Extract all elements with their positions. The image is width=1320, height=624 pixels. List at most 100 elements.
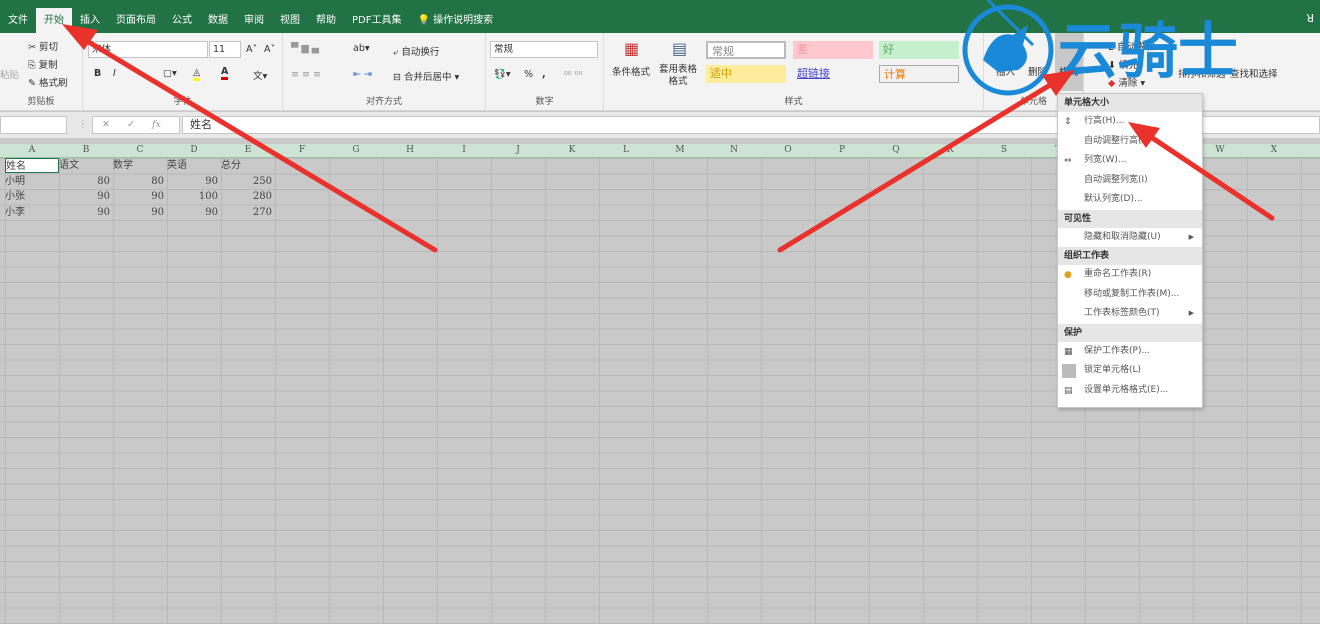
tab-6[interactable]: 审阅 xyxy=(236,8,272,33)
column-header-Q[interactable]: Q xyxy=(869,145,923,155)
format-button[interactable]: 格式 xyxy=(1055,33,1083,91)
column-header-X[interactable]: X xyxy=(1247,145,1301,155)
column-header-M[interactable]: M xyxy=(653,145,707,155)
tab-8[interactable]: 帮助 xyxy=(308,8,344,33)
tab-0[interactable]: 文件 xyxy=(0,8,36,33)
user-icon[interactable]: ꓤ xyxy=(1306,12,1314,25)
table-cell[interactable]: 280 xyxy=(221,189,275,204)
italic-button[interactable]: I xyxy=(113,68,116,79)
menu-item[interactable]: 锁定单元格(L) xyxy=(1058,361,1202,381)
fill-color-button[interactable]: ◬ xyxy=(193,67,201,81)
tab-7[interactable]: 视图 xyxy=(272,8,308,33)
menu-item[interactable]: 工作表标签颜色(T) ▶ xyxy=(1058,304,1202,324)
menu-item[interactable]: ▦ 保护工作表(P)... xyxy=(1058,342,1202,362)
column-header-P[interactable]: P xyxy=(815,145,869,155)
column-header-O[interactable]: O xyxy=(761,145,815,155)
menu-item[interactable]: 自动调整列宽(I) xyxy=(1058,171,1202,191)
column-header-D[interactable]: D xyxy=(167,145,221,155)
align-left-buttons[interactable]: ≡ ≡ ≡ xyxy=(291,69,321,80)
menu-item[interactable]: 移动或复制工作表(M)... xyxy=(1058,285,1202,305)
column-header-H[interactable]: H xyxy=(383,145,437,155)
copy-button[interactable]: ⎘ 复制 xyxy=(28,57,58,71)
fill-button[interactable]: ⬇ 填充 xyxy=(1108,57,1138,71)
column-header-C[interactable]: C xyxy=(113,145,167,155)
insert-button[interactable]: 插入 xyxy=(996,64,1015,78)
table-cell[interactable]: 90 xyxy=(113,205,167,220)
column-header-E[interactable]: E xyxy=(221,145,275,155)
border-button[interactable]: ▢▾ xyxy=(163,68,177,79)
percent-button[interactable]: % xyxy=(524,69,533,80)
bold-button[interactable]: B xyxy=(94,68,101,79)
comma-button[interactable]: , xyxy=(542,69,546,80)
table-cell[interactable]: 270 xyxy=(221,205,275,220)
style-neutral[interactable]: 适中 xyxy=(706,65,786,83)
style-calculation[interactable]: 计算 xyxy=(879,65,959,83)
fx-button[interactable]: fx xyxy=(152,119,161,130)
table-cell[interactable]: 小张 xyxy=(5,189,59,204)
name-box[interactable] xyxy=(0,116,67,134)
column-header-F[interactable]: F xyxy=(275,145,329,155)
decimal-buttons[interactable]: ⁰⁰ ⁰⁰ xyxy=(564,70,582,81)
column-header-R[interactable]: R xyxy=(923,145,977,155)
column-header-L[interactable]: L xyxy=(599,145,653,155)
style-good[interactable]: 好 xyxy=(879,41,959,59)
tell-me-search[interactable]: 💡 操作说明搜索 xyxy=(409,8,501,33)
header-cell[interactable]: 姓名 xyxy=(5,158,59,173)
table-cell[interactable]: 100 xyxy=(167,189,221,204)
grow-font-button[interactable]: A˄ xyxy=(246,44,257,55)
phonetic-button[interactable]: 文▾ xyxy=(253,68,267,82)
tab-2[interactable]: 插入 xyxy=(72,8,108,33)
menu-item[interactable]: 自动调整行高(A) xyxy=(1058,132,1202,152)
paste-button[interactable]: 粘贴 xyxy=(0,67,19,81)
tab-5[interactable]: 数据 xyxy=(200,8,236,33)
style-hyperlink[interactable]: 超链接 xyxy=(793,65,873,83)
table-cell[interactable]: 250 xyxy=(221,174,275,189)
column-header-B[interactable]: B xyxy=(59,145,113,155)
table-cell[interactable]: 小明 xyxy=(5,174,59,189)
table-format-button[interactable]: 套用表格格式 xyxy=(656,64,700,88)
conditional-format-button[interactable]: 条件格式 xyxy=(612,64,650,78)
cut-button[interactable]: ✂ 剪切 xyxy=(28,39,58,53)
orientation-button[interactable]: ab▾ xyxy=(353,43,370,54)
table-cell[interactable]: 80 xyxy=(59,174,113,189)
autosum-button[interactable]: Σ 自动求和 xyxy=(1108,39,1155,53)
column-header-S[interactable]: S xyxy=(977,145,1031,155)
menu-item[interactable]: ⇔ 列宽(W)... xyxy=(1058,151,1202,171)
merge-center-button[interactable]: ⊟ 合并后居中 ▾ xyxy=(393,69,459,83)
tab-9[interactable]: PDF工具集 xyxy=(344,8,409,33)
number-format-select[interactable]: 常规 xyxy=(490,41,598,58)
menu-item[interactable]: ▤ 设置单元格格式(E)... xyxy=(1058,381,1202,401)
table-cell[interactable]: 小李 xyxy=(5,205,59,220)
sort-filter-button[interactable]: 排序和筛选 xyxy=(1178,66,1226,80)
menu-item[interactable]: 默认列宽(D)... xyxy=(1058,190,1202,210)
enter-icon[interactable]: ✓ xyxy=(127,119,135,130)
format-painter-button[interactable]: ✎ 格式刷 xyxy=(28,75,68,89)
font-size-select[interactable]: 11 xyxy=(209,41,241,58)
shrink-font-button[interactable]: A˅ xyxy=(264,44,275,55)
menu-item[interactable]: ● 重命名工作表(R) xyxy=(1058,265,1202,285)
column-header-K[interactable]: K xyxy=(545,145,599,155)
cancel-icon[interactable]: ✕ xyxy=(102,119,110,130)
menu-item[interactable]: 隐藏和取消隐藏(U) ▶ xyxy=(1058,228,1202,248)
table-cell[interactable]: 90 xyxy=(113,189,167,204)
column-header-I[interactable]: I xyxy=(437,145,491,155)
indent-buttons[interactable]: ⇤ ⇥ xyxy=(353,69,372,80)
header-cell[interactable]: 语文 xyxy=(59,158,113,173)
menu-item[interactable]: ⇕ 行高(H)... xyxy=(1058,112,1202,132)
table-cell[interactable]: 90 xyxy=(167,174,221,189)
table-cell[interactable]: 90 xyxy=(167,205,221,220)
style-bad[interactable]: 差 xyxy=(793,41,873,59)
column-header-A[interactable]: A xyxy=(5,145,59,155)
header-cell[interactable]: 数学 xyxy=(113,158,167,173)
tab-4[interactable]: 公式 xyxy=(164,8,200,33)
font-color-button[interactable]: A xyxy=(221,66,229,80)
clear-button[interactable]: ◆ 清除 ▾ xyxy=(1108,75,1145,89)
column-header-J[interactable]: J xyxy=(491,145,545,155)
currency-button[interactable]: 💱▾ xyxy=(494,69,511,80)
tab-1[interactable]: 开始 xyxy=(36,8,72,33)
table-cell[interactable]: 80 xyxy=(113,174,167,189)
column-header-N[interactable]: N xyxy=(707,145,761,155)
table-cell[interactable]: 90 xyxy=(59,205,113,220)
style-normal[interactable]: 常规 xyxy=(706,41,786,59)
tab-3[interactable]: 页面布局 xyxy=(108,8,164,33)
